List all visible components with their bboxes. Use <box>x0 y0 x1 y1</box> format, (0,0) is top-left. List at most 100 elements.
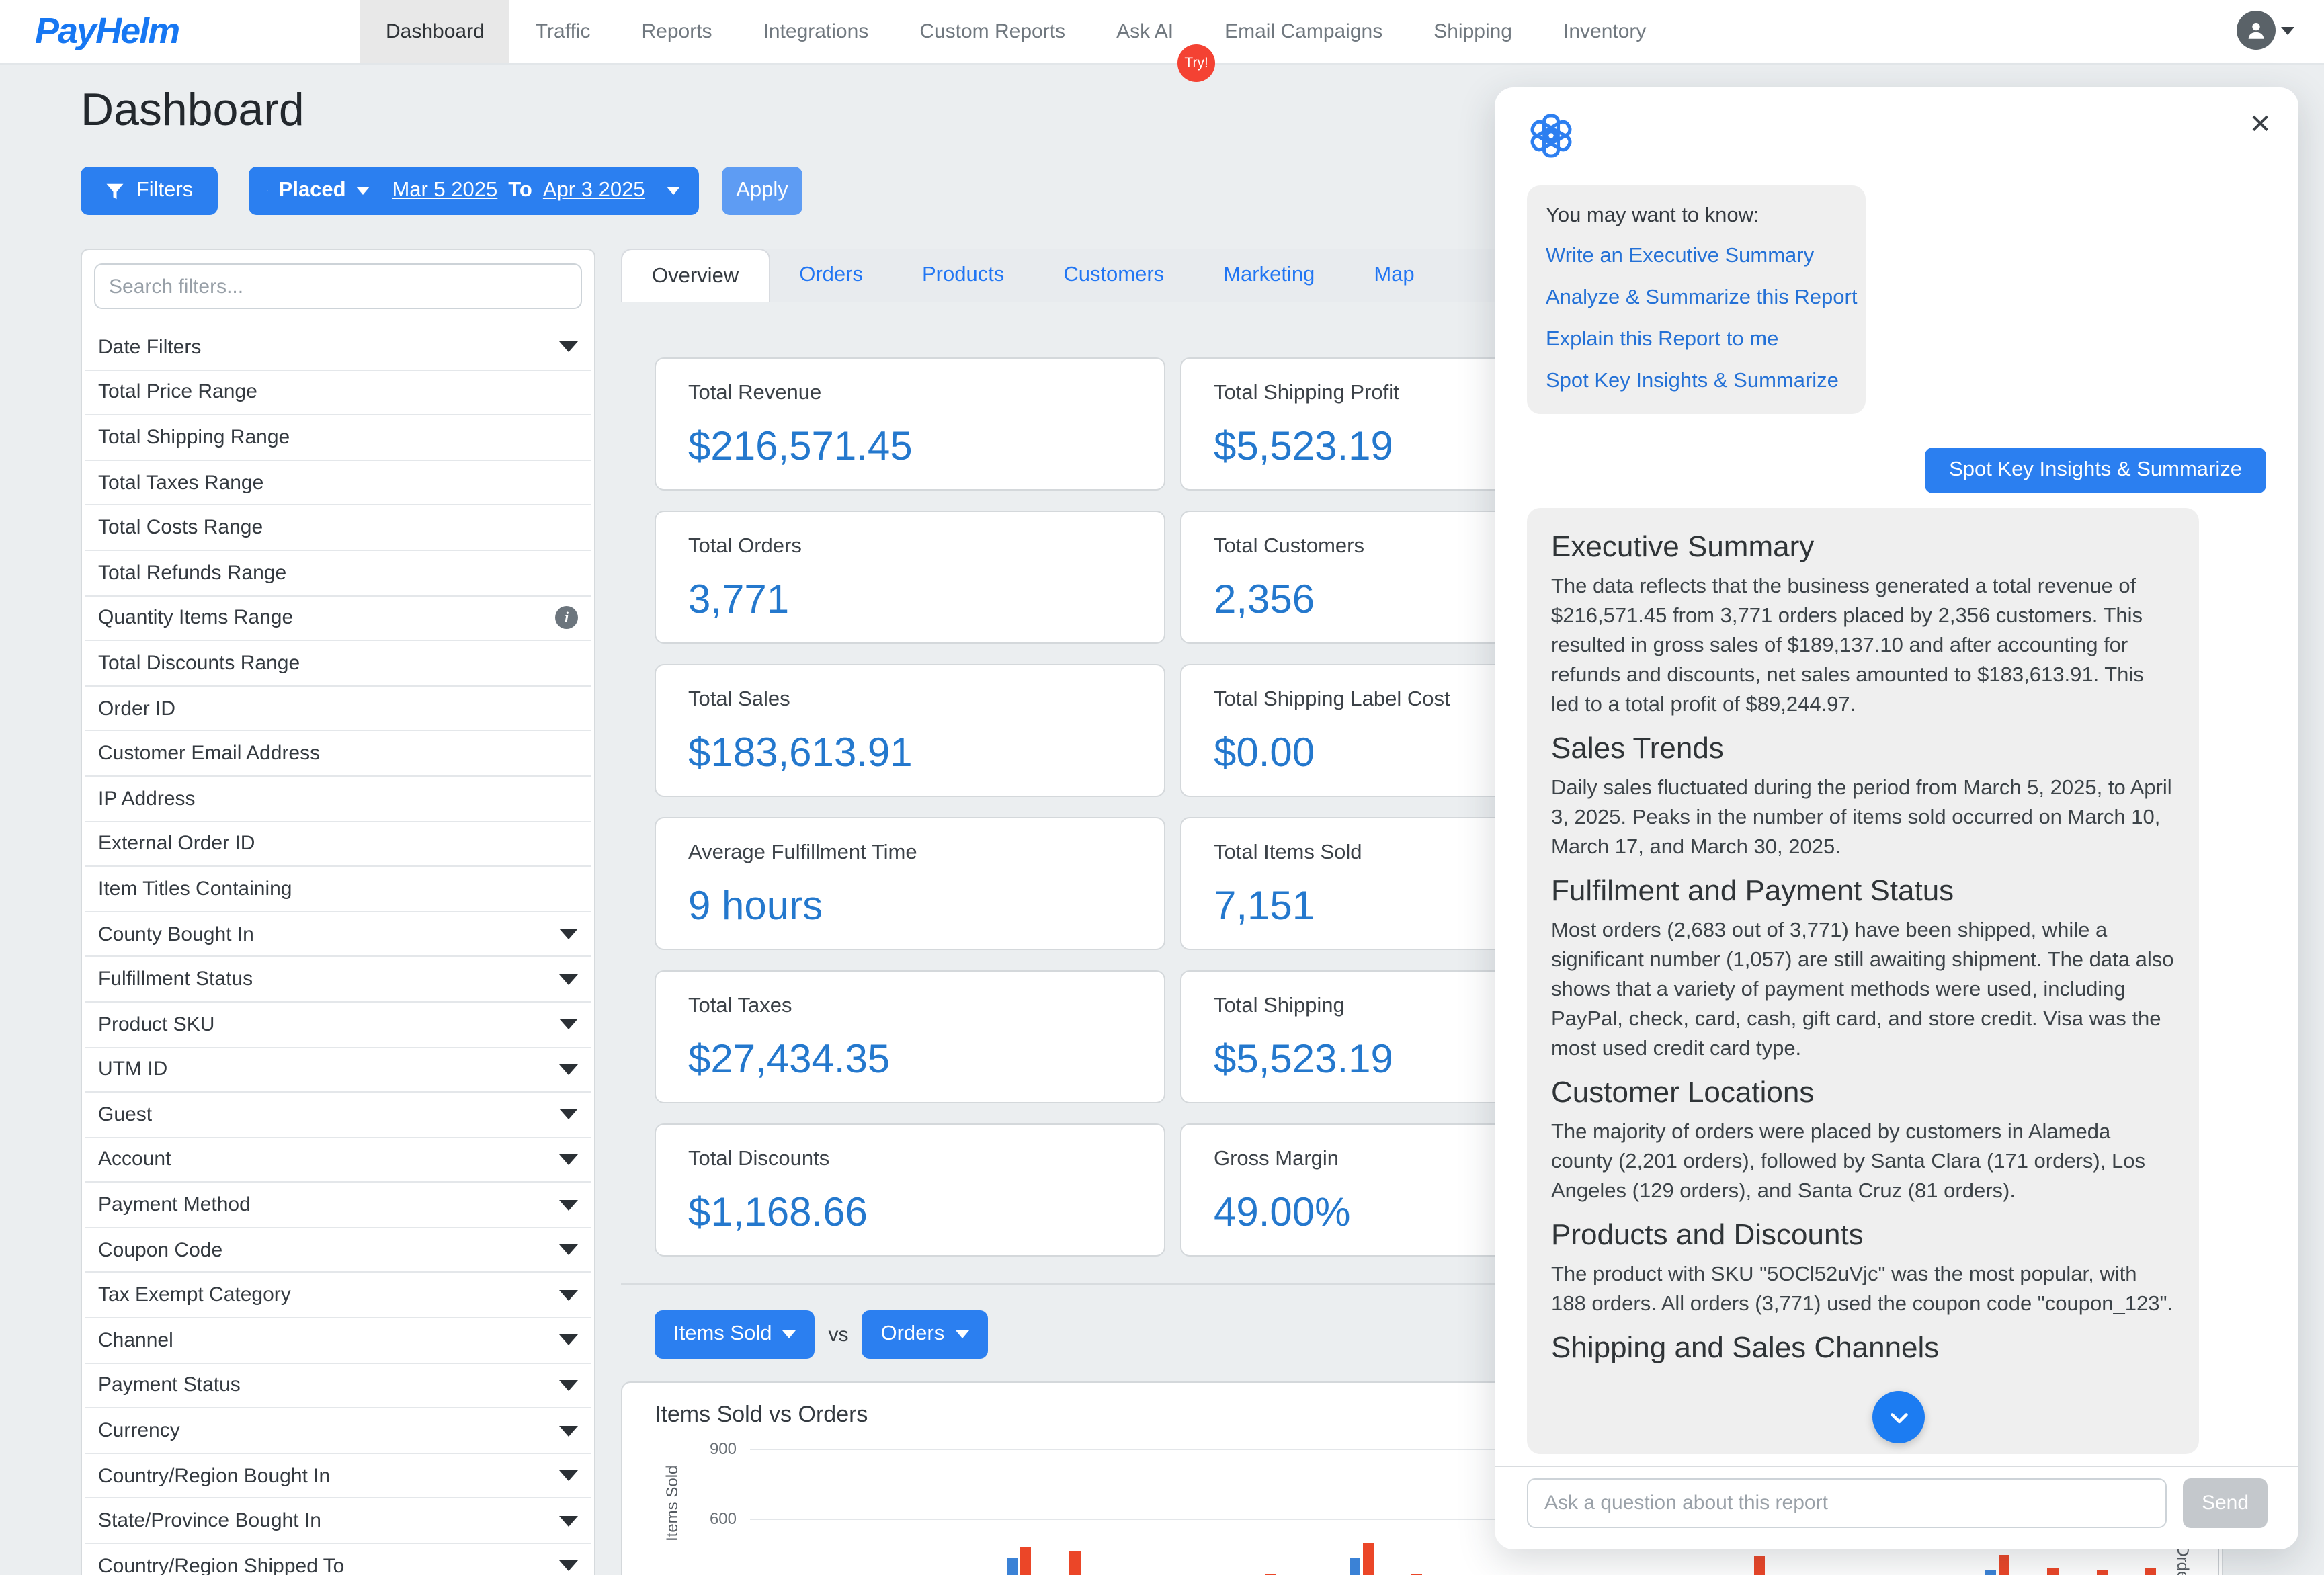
nav-item[interactable]: Ask AI Try! <box>1091 0 1199 63</box>
chevron-down-icon <box>559 1380 578 1391</box>
chart-title: Items Sold vs Orders <box>655 1402 868 1429</box>
tab-label: Orders <box>799 263 863 288</box>
orders-bar <box>1069 1551 1080 1575</box>
tab[interactable]: Map <box>1344 249 1444 302</box>
nav-item[interactable]: Reports <box>616 0 737 63</box>
ai-footer-divider <box>1495 1466 2298 1467</box>
chevron-down-icon <box>559 1515 578 1526</box>
date-to-link[interactable]: Apr 3 2025 <box>543 179 645 203</box>
filter-list-item[interactable]: Total Refunds Range i <box>85 551 591 596</box>
filter-list-item[interactable]: Total Discounts Range i <box>85 641 591 686</box>
suggestion-link[interactable]: Explain this Report to me <box>1546 328 1847 352</box>
chevron-down-icon <box>782 1330 796 1338</box>
chevron-down-icon <box>559 1199 578 1210</box>
filter-list-item[interactable]: Coupon Code i <box>85 1228 591 1273</box>
send-button[interactable]: Send <box>2183 1478 2268 1528</box>
items-sold-bar <box>1007 1558 1017 1575</box>
scroll-down-button[interactable] <box>1872 1391 1925 1443</box>
nav-item-label: Inventory <box>1563 20 1646 43</box>
filter-list-item[interactable]: Total Taxes Range i <box>85 461 591 506</box>
ai-section-heading: Customer Locations <box>1551 1075 2175 1110</box>
metric-label: Total Taxes <box>688 994 792 1019</box>
tab[interactable]: Orders <box>770 249 893 302</box>
search-filters-input[interactable] <box>94 263 582 309</box>
filter-item-label: County Bought In <box>98 923 254 945</box>
apply-button[interactable]: Apply <box>722 167 802 215</box>
orders-bar <box>1362 1543 1374 1575</box>
nav-item[interactable]: Dashboard <box>360 0 510 63</box>
filter-item-label: Coupon Code <box>98 1238 222 1261</box>
metric-value: $216,571.45 <box>688 425 913 470</box>
orders-bar <box>1020 1546 1031 1575</box>
tab[interactable]: Customers <box>1034 249 1194 302</box>
account-menu[interactable] <box>2237 11 2294 50</box>
filter-list-item[interactable]: Country/Region Bought In i <box>85 1454 591 1499</box>
filter-list-item[interactable]: Country/Region Shipped To i <box>85 1544 591 1575</box>
filter-list-item[interactable]: Account i <box>85 1138 591 1183</box>
filter-list-item[interactable]: Total Shipping Range i <box>85 415 591 460</box>
tab[interactable]: Overview <box>621 249 770 302</box>
calendar-icon <box>267 180 268 202</box>
suggestion-link[interactable]: Write an Executive Summary <box>1546 245 1847 269</box>
spot-key-insights-button[interactable]: Spot Key Insights & Summarize <box>1925 448 2266 493</box>
chevron-down-icon <box>559 929 578 939</box>
filter-list-item[interactable]: Fulfillment Status i <box>85 957 591 1003</box>
filter-list-item[interactable]: Payment Status i <box>85 1363 591 1408</box>
metric-value: 2,356 <box>1214 578 1315 624</box>
filter-list-item[interactable]: Total Costs Range i <box>85 506 591 551</box>
filter-list-item[interactable]: Guest i <box>85 1093 591 1138</box>
metric-value: 3,771 <box>688 578 789 624</box>
filter-list-item[interactable]: County Bought In i <box>85 912 591 957</box>
metric-a-dropdown[interactable]: Items Sold <box>655 1310 815 1359</box>
date-filter-button[interactable]: Placed Mar 5 2025 To Apr 3 2025 <box>249 167 699 215</box>
filter-item-label: Total Shipping Range <box>98 426 290 449</box>
suggestion-link[interactable]: Analyze & Summarize this Report <box>1546 286 1847 310</box>
filter-list-item[interactable]: Currency i <box>85 1409 591 1454</box>
filter-list-item[interactable]: Date Filters i <box>85 325 591 370</box>
nav-item[interactable]: Integrations <box>738 0 895 63</box>
ai-section-body: Daily sales fluctuated during the period… <box>1551 774 2175 863</box>
filter-list-item[interactable]: Tax Exempt Category i <box>85 1273 591 1318</box>
suggestion-link[interactable]: Spot Key Insights & Summarize <box>1546 370 1847 394</box>
ai-section-body: The data reflects that the business gene… <box>1551 572 2175 720</box>
payhelm-logo[interactable]: PayHelm <box>35 11 179 52</box>
filter-list-item[interactable]: Order ID i <box>85 687 591 732</box>
filter-list-item[interactable]: IP Address i <box>85 777 591 822</box>
nav-item[interactable]: Custom Reports <box>894 0 1091 63</box>
close-icon[interactable]: ✕ <box>2249 112 2272 138</box>
filter-item-label: Total Discounts Range <box>98 652 300 675</box>
chevron-down-icon <box>357 187 370 195</box>
ai-section-heading: Fulfilment and Payment Status <box>1551 874 2175 908</box>
filter-list-item[interactable]: Channel i <box>85 1318 591 1363</box>
filter-list-item[interactable]: Quantity Items Range i <box>85 596 591 641</box>
filter-list-item[interactable]: Item Titles Containing i <box>85 867 591 912</box>
items-sold-bar <box>1350 1558 1360 1575</box>
filter-list-item[interactable]: Product SKU i <box>85 1003 591 1048</box>
ask-question-input[interactable] <box>1527 1478 2167 1528</box>
nav-item[interactable]: Inventory <box>1538 0 1671 63</box>
filter-list-item[interactable]: Payment Method i <box>85 1183 591 1228</box>
nav-item[interactable]: Traffic <box>510 0 616 63</box>
filter-item-label: Total Refunds Range <box>98 562 286 585</box>
nav-item[interactable]: Shipping <box>1408 0 1538 63</box>
filter-list-item[interactable]: UTM ID i <box>85 1048 591 1093</box>
filter-list-item[interactable]: Total Price Range i <box>85 370 591 415</box>
metric-b-dropdown[interactable]: Orders <box>862 1310 987 1359</box>
nav-item[interactable]: Email Campaigns <box>1199 0 1408 63</box>
ai-summary: Executive Summary The data reflects that… <box>1527 508 2199 1454</box>
metric-label: Total Revenue <box>688 382 821 406</box>
filter-list-item[interactable]: Customer Email Address i <box>85 732 591 777</box>
filter-list-item[interactable]: State/Province Bought In i <box>85 1499 591 1544</box>
filter-item-label: Account <box>98 1148 171 1171</box>
filters-button[interactable]: Filters <box>81 167 218 215</box>
date-type-label: Placed <box>279 179 346 203</box>
tab[interactable]: Marketing <box>1194 249 1344 302</box>
metric-card: Total Orders 3,771 <box>655 511 1165 644</box>
date-from-link[interactable]: Mar 5 2025 <box>392 179 497 203</box>
metric-value: $5,523.19 <box>1214 1037 1393 1083</box>
tab[interactable]: Products <box>893 249 1034 302</box>
filter-list-item[interactable]: External Order ID i <box>85 822 591 867</box>
metric-label: Total Shipping Label Cost <box>1214 688 1450 712</box>
ai-section-heading: Executive Summary <box>1551 529 2175 564</box>
tab-label: Overview <box>652 264 739 288</box>
